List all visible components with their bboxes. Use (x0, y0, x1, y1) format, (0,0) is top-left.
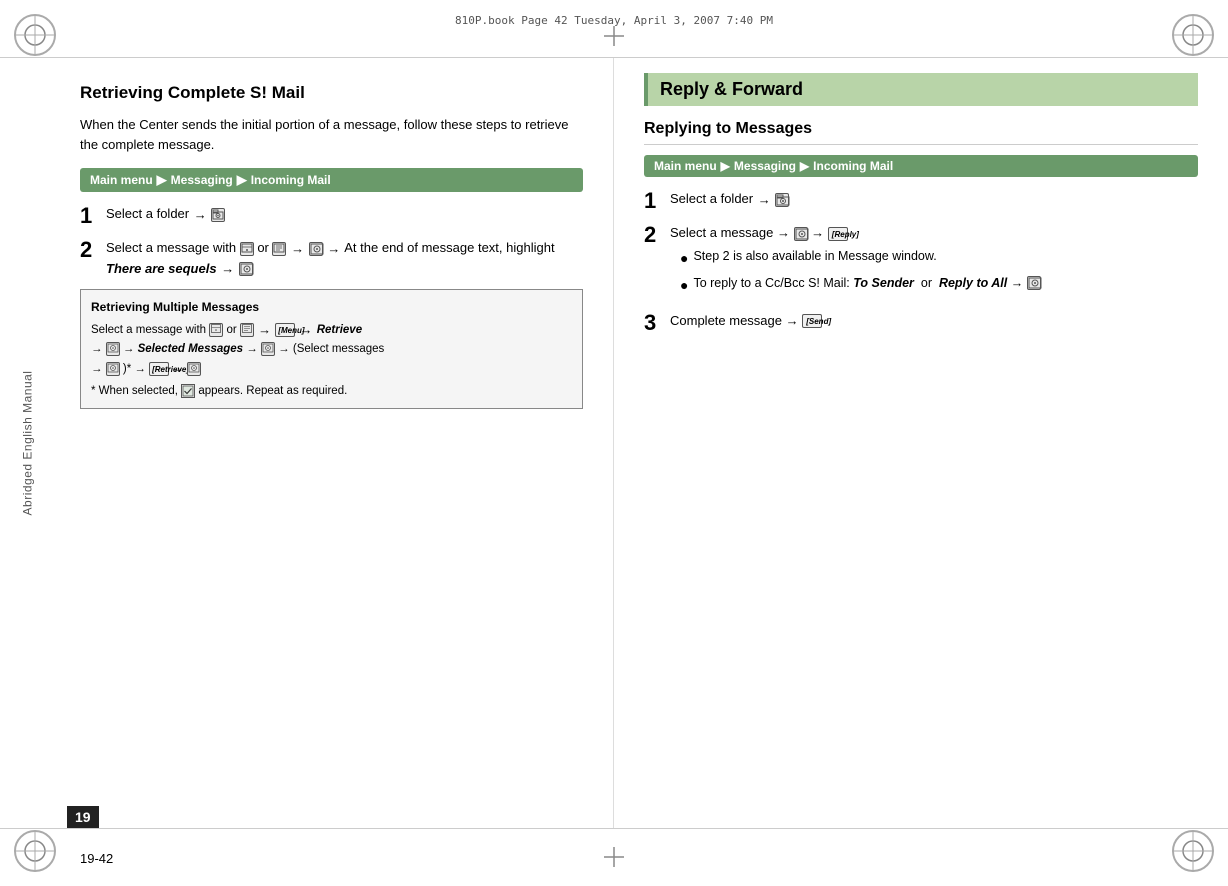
right-sub-heading: Replying to Messages (644, 120, 1198, 145)
sidebar-label: Abridged English Manual (21, 371, 35, 516)
retrieve-italic: Retrieve (317, 324, 362, 336)
right-step-1-number: 1 (644, 189, 662, 213)
step1-arrow: → (194, 205, 207, 225)
right-incoming-label: Incoming Mail (813, 159, 893, 173)
selected-messages-italic: Selected Messages (138, 343, 243, 355)
rs1-arrow: → (758, 190, 771, 210)
step-1-content: Select a folder → (106, 204, 583, 224)
ib-center-icon-4 (187, 362, 201, 376)
right-nav-arrow-1: ▶ (721, 159, 730, 173)
messaging-label: Messaging (171, 173, 233, 187)
incoming-label: Incoming Mail (251, 173, 331, 187)
bullet-dot-1: ● (680, 248, 688, 269)
bullet-content-2: To reply to a Cc/Bcc S! Mail: To Sender … (693, 274, 1198, 293)
rs2-bullet-2: ● To reply to a Cc/Bcc S! Mail: To Sende… (670, 274, 1198, 296)
bold-italic-text: There are sequels (106, 261, 217, 276)
right-step-1-content: Select a folder → (670, 189, 1198, 209)
main-menu-label: Main menu (90, 173, 153, 187)
top-header: 810P.book Page 42 Tuesday, April 3, 2007… (0, 0, 1228, 58)
ib-center-icon-3 (106, 362, 120, 376)
nav-arrow-1: ▶ (157, 172, 167, 188)
book-info: 810P.book Page 42 Tuesday, April 3, 2007… (455, 14, 773, 27)
bottom-footer (0, 828, 1228, 886)
left-column: Retrieving Complete S! Mail When the Cen… (0, 58, 614, 828)
right-nav-arrow-2: ▶ (800, 159, 809, 173)
right-step-2-main: Select a message → → [Reply] (670, 223, 1198, 243)
right-folder-icon (775, 193, 789, 207)
info-box-footnote: * When selected, appears. Repeat as requ… (91, 383, 572, 400)
step-2-content: Select a message with or (106, 238, 583, 279)
info-box-title: Retrieving Multiple Messages (91, 298, 572, 316)
center-icon-2 (239, 262, 253, 276)
msg-icon-1 (240, 242, 254, 256)
to-sender-text: To Sender (853, 276, 914, 290)
step-1-number: 1 (80, 204, 98, 228)
left-nav-bar: Main menu ▶ Messaging ▶ Incoming Mail (80, 168, 583, 192)
msg-icon-2 (272, 242, 286, 256)
right-section-heading: Reply & Forward (644, 73, 1198, 106)
left-section-intro: When the Center sends the initial portio… (80, 115, 583, 154)
ib-menu-icon: [Menu] (275, 323, 295, 337)
bullet-content-1: Step 2 is also available in Message wind… (693, 247, 1198, 266)
bottom-page-number: 19-42 (80, 851, 113, 866)
right-step-2: 2 Select a message → → [Reply] (644, 223, 1198, 301)
ib-retrieve-icon: [Retrieve] (149, 362, 169, 376)
right-step-2-number: 2 (644, 223, 662, 247)
rs2-center-icon (794, 227, 808, 241)
info-box-line3: → )* → [Retrieve] → (91, 361, 572, 378)
rs3-send-icon: [Send] (802, 314, 822, 328)
left-step-2: 2 Select a message with or (80, 238, 583, 279)
nav-arrow-2: ▶ (237, 172, 247, 188)
info-box-line1: Select a message with or (91, 320, 572, 340)
info-box-line2: → → Selected Messages → (91, 341, 572, 358)
ib-check-icon (181, 384, 195, 398)
right-main-menu-label: Main menu (654, 159, 717, 173)
right-step-2-content: Select a message → → [Reply] ● (670, 223, 1198, 301)
or-text: or (257, 240, 272, 255)
center-icon (309, 242, 323, 256)
content-area: Retrieving Complete S! Mail When the Cen… (0, 58, 1228, 828)
right-step-1: 1 Select a folder → (644, 189, 1198, 213)
at-label: At the end of message text, highlight (344, 240, 554, 255)
page-container: 810P.book Page 42 Tuesday, April 3, 2007… (0, 0, 1228, 886)
rs2-reply-icon: [Reply] (828, 227, 848, 241)
right-step-3-number: 3 (644, 311, 662, 335)
sidebar-area: Abridged English Manual (0, 0, 55, 886)
step-2-number: 2 (80, 238, 98, 262)
right-column: Reply & Forward Replying to Messages Mai… (614, 58, 1228, 828)
left-section-title: Retrieving Complete S! Mail (80, 83, 583, 103)
folder-select-icon (211, 208, 225, 222)
ib-msg-icon-1 (209, 323, 223, 337)
rs2-bullet-1: ● Step 2 is also available in Message wi… (670, 247, 1198, 269)
reply-to-all-text: Reply to All (939, 276, 1007, 290)
right-messaging-label: Messaging (734, 159, 796, 173)
ib-center-icon-2 (261, 342, 275, 356)
right-step-3-content: Complete message → [Send] (670, 311, 1198, 331)
rs2-end-icon (1027, 276, 1041, 290)
info-box: Retrieving Multiple Messages Select a me… (80, 289, 583, 409)
ib-msg-icon-2 (240, 323, 254, 337)
ib-center-icon (106, 342, 120, 356)
bullet-dot-2: ● (680, 275, 688, 296)
right-step-3: 3 Complete message → [Send] (644, 311, 1198, 335)
left-step-1: 1 Select a folder → (80, 204, 583, 228)
right-nav-bar: Main menu ▶ Messaging ▶ Incoming Mail (644, 155, 1198, 177)
